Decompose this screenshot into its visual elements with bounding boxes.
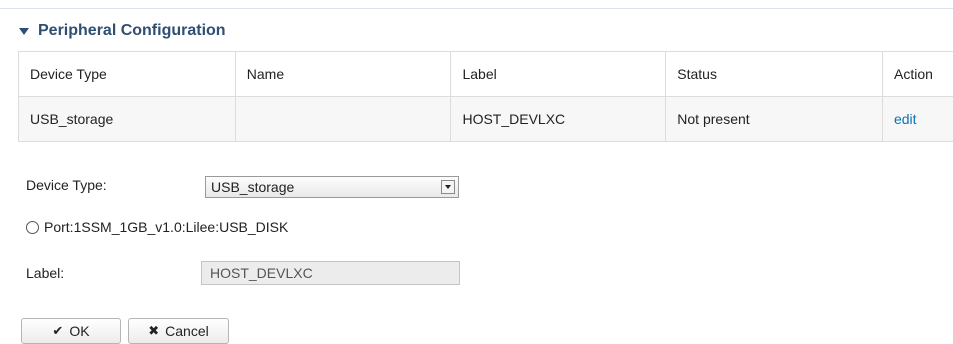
- ok-button-label: OK: [69, 323, 89, 339]
- check-icon: ✔: [52, 323, 63, 339]
- peripheral-table: Device Type Name Label Status Action USB…: [18, 51, 953, 142]
- label-field-label: Label:: [26, 265, 64, 281]
- column-header-action: Action: [882, 52, 953, 97]
- cancel-button[interactable]: ✖ Cancel: [128, 318, 229, 344]
- device-type-selected-value: USB_storage: [206, 179, 441, 195]
- column-header-status: Status: [666, 52, 883, 97]
- cancel-button-label: Cancel: [165, 323, 209, 339]
- column-header-name: Name: [235, 52, 451, 97]
- port-radio[interactable]: [26, 221, 39, 234]
- column-header-device-type: Device Type: [19, 52, 236, 97]
- cell-label: HOST_DEVLXC: [451, 97, 666, 142]
- cell-name: [235, 97, 451, 142]
- edit-link[interactable]: edit: [894, 111, 917, 127]
- device-type-select[interactable]: USB_storage: [205, 176, 459, 198]
- column-header-label: Label: [451, 52, 666, 97]
- section-header[interactable]: Peripheral Configuration: [19, 20, 226, 42]
- cell-device-type: USB_storage: [19, 97, 236, 142]
- section-title: Peripheral Configuration: [38, 22, 226, 40]
- cell-status: Not present: [666, 97, 883, 142]
- triangle-down-icon[interactable]: [19, 28, 29, 35]
- port-option[interactable]: Port:1SSM_1GB_v1.0:Lilee:USB_DISK: [26, 219, 288, 235]
- table-header-row: Device Type Name Label Status Action: [19, 52, 953, 97]
- port-option-label: Port:1SSM_1GB_v1.0:Lilee:USB_DISK: [44, 219, 288, 235]
- close-icon: ✖: [148, 323, 159, 339]
- chevron-down-icon[interactable]: [441, 180, 455, 194]
- ok-button[interactable]: ✔ OK: [21, 318, 121, 344]
- top-divider: [0, 8, 953, 9]
- label-field[interactable]: HOST_DEVLXC: [201, 261, 460, 285]
- cell-action: edit: [882, 97, 953, 142]
- table-row: USB_storage HOST_DEVLXC Not present edit: [19, 97, 953, 142]
- device-type-label: Device Type:: [26, 177, 107, 193]
